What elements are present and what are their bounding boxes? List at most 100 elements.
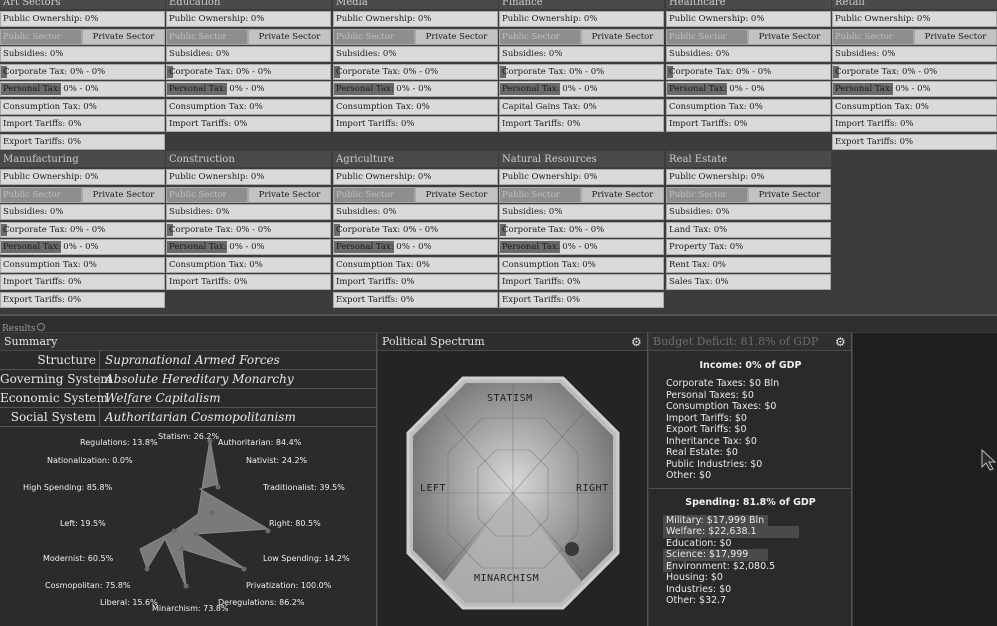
corporate-tax-slider[interactable]: Corporate Tax: 0% - 0% [333,221,498,238]
personal-tax-slider[interactable]: Personal Tax: 0% - 0% [0,81,165,97]
personal-tax-slider[interactable]: Personal Tax: 0% - 0% [333,81,498,97]
public-sector-button[interactable]: Public Sector [166,186,248,203]
public-sector-button[interactable]: Public Sector [333,28,415,45]
import-tariffs-slider[interactable]: Import Tariffs: 0% [0,116,165,132]
private-sector-button[interactable]: Private Sector [415,28,498,45]
subsidies-slider[interactable]: Subsidies: 0% [666,46,831,62]
consumption-tax-slider[interactable]: Consumption Tax: 0% [666,98,831,115]
consumption-tax-slider[interactable]: Consumption Tax: 0% [333,98,498,115]
import-tariffs-slider[interactable]: Import Tariffs: 0% [499,274,664,290]
corporate-tax-slider[interactable]: Corporate Tax: 0% - 0% [0,63,165,80]
export-tariffs-slider[interactable]: Export Tariffs: 0% [0,133,165,150]
consumption-tax-slider[interactable]: Consumption Tax: 0% [499,256,664,273]
private-sector-button[interactable]: Private Sector [581,28,664,45]
private-sector-button[interactable]: Private Sector [82,28,165,45]
gear-icon[interactable]: ⚙ [835,336,847,348]
corporate-tax-slider[interactable]: Corporate Tax: 0% - 0% [0,221,165,238]
private-sector-button[interactable]: Private Sector [82,186,165,203]
import-tariffs-slider[interactable]: Import Tariffs: 0% [666,116,831,132]
import-tariffs-slider[interactable]: Import Tariffs: 0% [166,274,331,290]
consumption-tax-slider[interactable]: Capital Gains Tax: 0% [499,98,664,115]
public-ownership-slider[interactable]: Public Ownership: 0% [832,11,997,27]
sector-healthcare: Healthcare Public Ownership: 0% Public Sec… [666,0,831,132]
subsidies-slider[interactable]: Subsidies: 0% [166,204,331,220]
subsidies-slider[interactable]: Subsidies: 0% [499,46,664,62]
rent-tax-slider[interactable]: Rent Tax: 0% [666,256,831,273]
help-icon[interactable] [36,322,45,331]
import-tariffs-slider[interactable]: Import Tariffs: 0% [166,116,331,132]
public-sector-button[interactable]: Public Sector [666,28,748,45]
import-tariffs-slider[interactable]: Import Tariffs: 0% [333,116,498,132]
export-tariffs-slider[interactable]: Export Tariffs: 0% [333,291,498,308]
public-sector-button[interactable]: Public Sector [333,186,415,203]
public-ownership-slider[interactable]: Public Ownership: 0% [0,169,165,185]
subsidies-slider[interactable]: Subsidies: 0% [333,204,498,220]
private-sector-button[interactable]: Private Sector [748,28,831,45]
consumption-tax-slider[interactable]: Consumption Tax: 0% [832,98,997,115]
subsidies-slider[interactable]: Subsidies: 0% [333,46,498,62]
public-ownership-slider[interactable]: Public Ownership: 0% [166,169,331,185]
export-tariffs-slider[interactable]: Export Tariffs: 0% [499,291,664,308]
public-ownership-slider[interactable]: Public Ownership: 0% [666,169,831,185]
private-sector-button[interactable]: Private Sector [914,28,997,45]
import-tariffs-slider[interactable]: Import Tariffs: 0% [499,116,664,132]
corporate-tax-slider[interactable]: Corporate Tax: 0% - 0% [166,63,331,80]
private-sector-button[interactable]: Private Sector [748,186,831,203]
export-tariffs-slider[interactable]: Export Tariffs: 0% [0,291,165,308]
consumption-tax-slider[interactable]: Consumption Tax: 0% [333,256,498,273]
public-sector-button[interactable]: Public Sector [666,186,748,203]
consumption-tax-slider[interactable]: Consumption Tax: 0% [166,256,331,273]
personal-tax-slider[interactable]: Personal Tax: 0% - 0% [499,81,664,97]
public-ownership-slider[interactable]: Public Ownership: 0% [499,169,664,185]
export-tariffs-slider[interactable]: Export Tariffs: 0% [832,133,997,150]
personal-tax-slider[interactable]: Personal Tax: 0% - 0% [832,81,997,97]
corporate-tax-slider[interactable]: Corporate Tax: 0% - 0% [832,63,997,80]
public-ownership-slider[interactable]: Public Ownership: 0% [333,169,498,185]
public-sector-button[interactable]: Public Sector [499,186,581,203]
consumption-tax-slider[interactable]: Consumption Tax: 0% [0,98,165,115]
gear-icon[interactable]: ⚙ [631,336,643,348]
import-tariffs-slider[interactable]: Import Tariffs: 0% [0,274,165,290]
personal-tax-slider[interactable]: Personal Tax: 0% - 0% [166,239,331,255]
land-tax-slider[interactable]: Land Tax: 0% [666,221,831,238]
spending-item: Other: $32.7 [666,595,852,607]
subsidies-slider[interactable]: Subsidies: 0% [499,204,664,220]
personal-tax-slider[interactable]: Personal Tax: 0% - 0% [166,81,331,97]
public-sector-button[interactable]: Public Sector [166,28,248,45]
public-ownership-slider[interactable]: Public Ownership: 0% [499,11,664,27]
sales-tax-slider[interactable]: Sales Tax: 0% [666,274,831,290]
personal-tax-slider[interactable]: Personal Tax: 0% - 0% [333,239,498,255]
consumption-tax-slider[interactable]: Consumption Tax: 0% [166,98,331,115]
sector-title: Agriculture [333,151,498,167]
property-tax-slider[interactable]: Property Tax: 0% [666,239,831,255]
personal-tax-slider[interactable]: Personal Tax: 0% - 0% [499,239,664,255]
public-ownership-slider[interactable]: Public Ownership: 0% [666,11,831,27]
consumption-tax-slider[interactable]: Consumption Tax: 0% [0,256,165,273]
subsidies-slider[interactable]: Subsidies: 0% [166,46,331,62]
public-ownership-slider[interactable]: Public Ownership: 0% [0,11,165,27]
subsidies-slider[interactable]: Subsidies: 0% [666,204,831,220]
import-tariffs-slider[interactable]: Import Tariffs: 0% [333,274,498,290]
public-sector-button[interactable]: Public Sector [832,28,914,45]
personal-tax-slider[interactable]: Personal Tax: 0% - 0% [666,81,831,97]
corporate-tax-slider[interactable]: Corporate Tax: 0% - 0% [333,63,498,80]
public-sector-button[interactable]: Public Sector [0,186,82,203]
subsidies-slider[interactable]: Subsidies: 0% [0,204,165,220]
private-sector-button[interactable]: Private Sector [248,28,331,45]
corporate-tax-slider[interactable]: Corporate Tax: 0% - 0% [666,63,831,80]
private-sector-button[interactable]: Private Sector [415,186,498,203]
import-tariffs-slider[interactable]: Import Tariffs: 0% [832,116,997,132]
public-sector-button[interactable]: Public Sector [499,28,581,45]
corporate-tax-slider[interactable]: Corporate Tax: 0% - 0% [499,221,664,238]
income-item: Inheritance Tax: $0 [666,436,852,448]
public-ownership-slider[interactable]: Public Ownership: 0% [333,11,498,27]
corporate-tax-slider[interactable]: Corporate Tax: 0% - 0% [499,63,664,80]
subsidies-slider[interactable]: Subsidies: 0% [0,46,165,62]
private-sector-button[interactable]: Private Sector [248,186,331,203]
personal-tax-slider[interactable]: Personal Tax: 0% - 0% [0,239,165,255]
subsidies-slider[interactable]: Subsidies: 0% [832,46,997,62]
corporate-tax-slider[interactable]: Corporate Tax: 0% - 0% [166,221,331,238]
public-ownership-slider[interactable]: Public Ownership: 0% [166,11,331,27]
private-sector-button[interactable]: Private Sector [581,186,664,203]
public-sector-button[interactable]: Public Sector [0,28,82,45]
